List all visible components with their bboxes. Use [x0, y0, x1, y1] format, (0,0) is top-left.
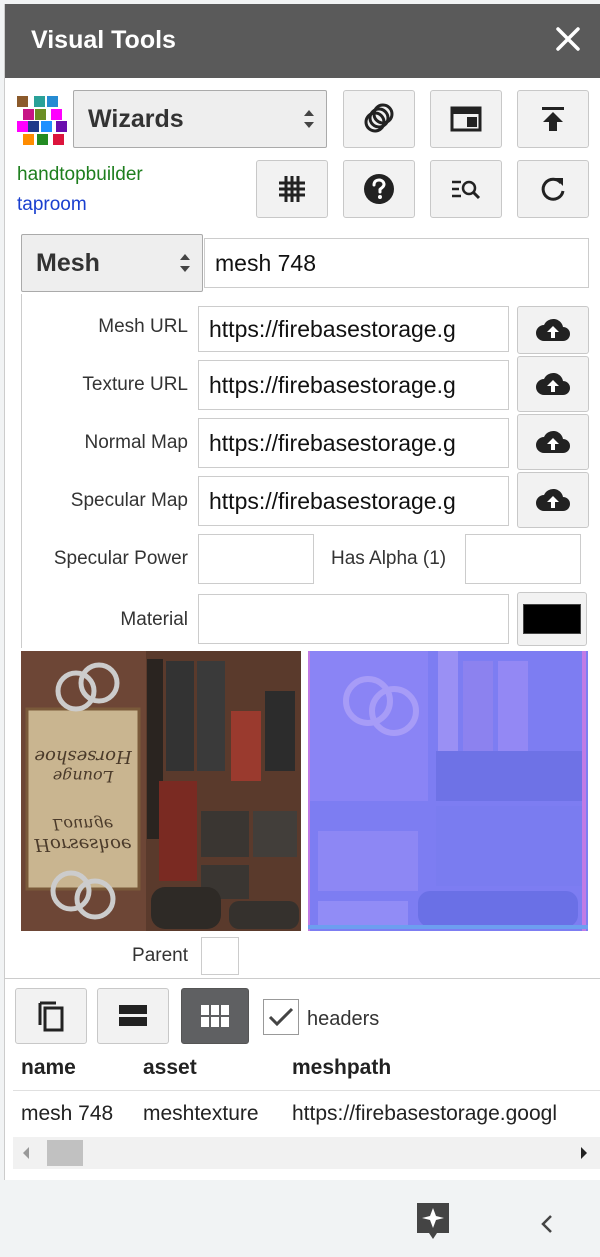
texture-sign-text-1: Horseshoe	[34, 746, 132, 767]
rows-view-button[interactable]	[97, 988, 169, 1044]
has-alpha-input[interactable]	[465, 534, 581, 584]
scroll-right-icon[interactable]	[579, 1147, 589, 1159]
has-alpha-label: Has Alpha (1)	[331, 548, 447, 569]
cloud-upload-icon	[536, 318, 570, 341]
material-label: Material	[120, 609, 188, 630]
wizards-select-value: Wizards	[88, 104, 184, 133]
table-horizontal-scrollbar[interactable]	[13, 1137, 600, 1169]
rings-icon	[364, 103, 394, 133]
specular-map-label: Specular Map	[70, 490, 188, 511]
mesh-type-value: Mesh	[36, 248, 100, 277]
upload-to-top-icon	[542, 107, 564, 131]
wizards-select[interactable]: Wizards	[73, 90, 327, 148]
mesh-url-label: Mesh URL	[98, 316, 188, 337]
help-icon	[364, 174, 394, 204]
table-header-divider	[13, 1090, 600, 1091]
parent-label: Parent	[132, 945, 188, 966]
headers-checkbox[interactable]	[263, 999, 299, 1035]
texture-url-input[interactable]: https://firebasestorage.g	[198, 360, 509, 410]
mesh-name-value: mesh 748	[215, 249, 317, 276]
texture-sign-text-3: Lounge	[52, 815, 114, 834]
visual-tools-panel: Visual Tools Wizards handtopbuilder tapr…	[4, 4, 600, 1180]
copy-button[interactable]	[15, 988, 87, 1044]
normal-map-label: Normal Map	[84, 432, 188, 453]
material-color-button[interactable]	[517, 592, 587, 646]
close-icon[interactable]	[553, 24, 583, 54]
cell-asset: meshtexture	[143, 1102, 259, 1125]
column-header-meshpath: meshpath	[292, 1056, 392, 1079]
hashtag-grid-icon	[279, 176, 305, 202]
panel-title: Visual Tools	[31, 26, 176, 54]
window-layout-button[interactable]	[430, 90, 502, 148]
refresh-button[interactable]	[517, 160, 589, 218]
grid-view-icon	[201, 1005, 229, 1027]
scroll-left-icon[interactable]	[21, 1147, 31, 1159]
parent-input[interactable]	[201, 937, 239, 975]
form-area-border	[21, 294, 22, 648]
help-button[interactable]	[343, 160, 415, 218]
select-arrows-icon	[304, 110, 314, 128]
normal-map-upload-button[interactable]	[517, 414, 589, 470]
handtopbuilder-link[interactable]: handtopbuilder	[17, 164, 143, 186]
select-arrows-icon	[180, 254, 190, 272]
specular-map-value: https://firebasestorage.g	[209, 487, 456, 514]
mesh-type-select[interactable]: Mesh	[21, 234, 203, 292]
material-color-swatch	[523, 604, 581, 634]
specular-power-input[interactable]	[198, 534, 314, 584]
mesh-url-value: https://firebasestorage.g	[209, 315, 456, 342]
texture-preview-image: Horseshoe Lounge Lounge Horseshoe	[21, 651, 301, 931]
cloud-upload-icon	[536, 488, 570, 511]
table-row[interactable]: mesh 748 meshtexture https://firebasesto…	[13, 1092, 600, 1136]
sparkle-icon[interactable]	[414, 1200, 452, 1242]
normal-map-value: https://firebasestorage.g	[209, 429, 456, 456]
cloud-upload-icon	[536, 372, 570, 395]
normal-map-preview-image	[308, 651, 588, 931]
cloud-upload-icon	[536, 430, 570, 453]
mesh-name-input[interactable]: mesh 748	[204, 238, 589, 288]
mesh-url-input[interactable]: https://firebasestorage.g	[198, 306, 509, 352]
column-header-asset: asset	[143, 1056, 197, 1079]
scrollbar-thumb[interactable]	[47, 1140, 83, 1166]
window-icon	[450, 106, 482, 132]
specular-map-upload-button[interactable]	[517, 472, 589, 528]
texture-url-value: https://firebasestorage.g	[209, 371, 456, 398]
grid-button[interactable]	[256, 160, 328, 218]
material-input[interactable]	[198, 594, 509, 644]
publish-button[interactable]	[517, 90, 589, 148]
specular-power-label: Specular Power	[53, 548, 188, 569]
texture-url-upload-button[interactable]	[517, 356, 589, 412]
section-divider	[5, 978, 600, 979]
cell-name: mesh 748	[21, 1102, 114, 1125]
chevron-left-icon[interactable]	[540, 1214, 554, 1234]
panel-titlebar: Visual Tools	[5, 4, 600, 78]
overlap-rings-button[interactable]	[343, 90, 415, 148]
list-search-icon	[452, 180, 481, 200]
specular-map-input[interactable]: https://firebasestorage.g	[198, 476, 509, 526]
normal-map-input[interactable]: https://firebasestorage.g	[198, 418, 509, 468]
copy-icon	[38, 1001, 64, 1032]
grid-view-button[interactable]	[181, 988, 249, 1044]
headers-checkbox-label: headers	[307, 1008, 380, 1030]
cell-meshpath: https://firebasestorage.googl	[292, 1102, 558, 1125]
search-list-button[interactable]	[430, 160, 502, 218]
column-header-name: name	[21, 1056, 76, 1079]
mesh-url-upload-button[interactable]	[517, 306, 589, 354]
texture-url-label: Texture URL	[82, 374, 188, 395]
app-logo-icon	[17, 96, 69, 146]
texture-sign-text-2: Lounge	[53, 767, 115, 786]
taproom-link[interactable]: taproom	[17, 194, 87, 216]
texture-sign-text-4: Horseshoe	[33, 834, 131, 855]
rows-view-icon	[119, 1005, 147, 1026]
checkmark-icon	[268, 1007, 294, 1027]
bottom-bar	[0, 1180, 600, 1257]
refresh-icon	[541, 177, 565, 201]
